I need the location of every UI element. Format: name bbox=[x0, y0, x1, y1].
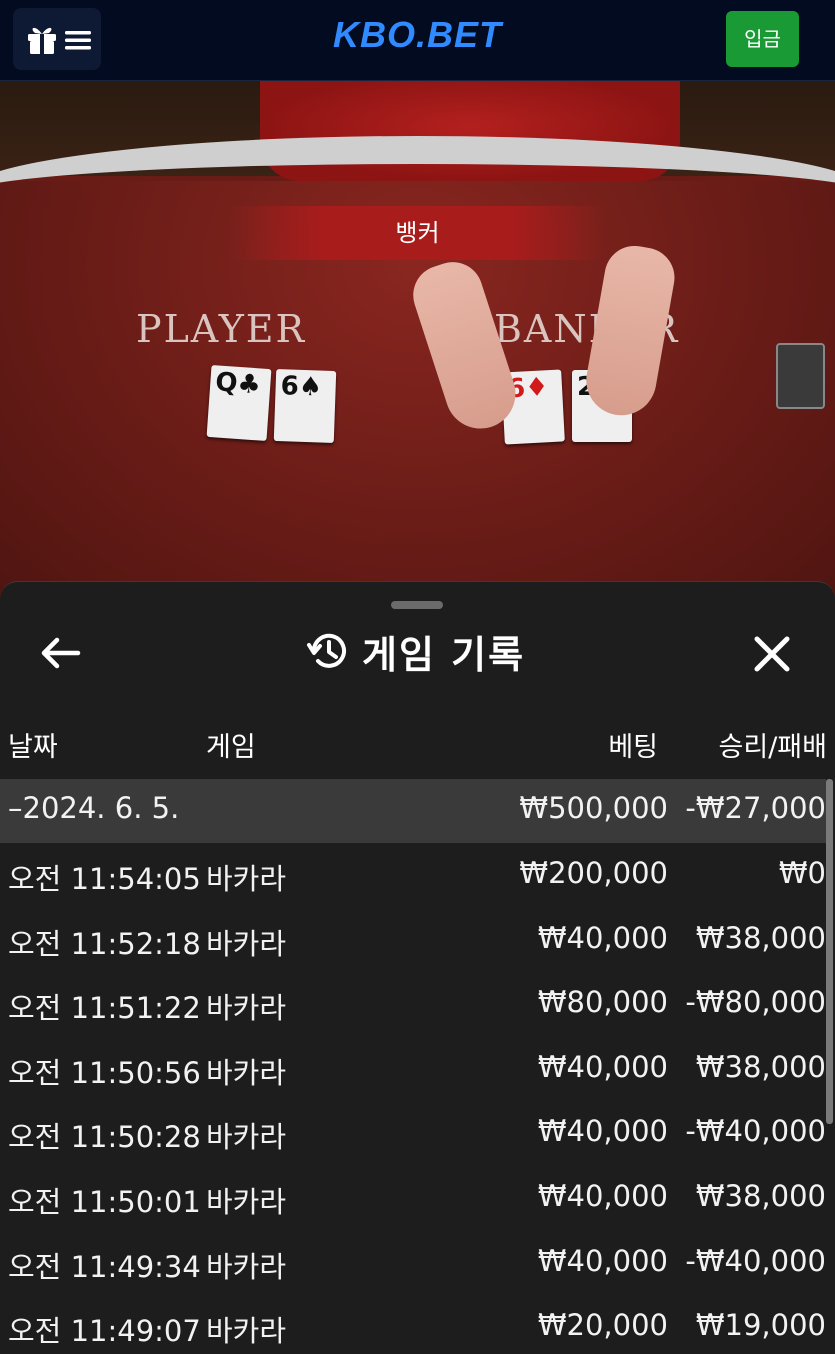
row-bet: ₩40,000 bbox=[537, 920, 668, 955]
column-header-date: 날짜 bbox=[8, 732, 58, 763]
row-game: 바카라 bbox=[206, 1185, 287, 1219]
player-label: PLAYER bbox=[136, 307, 307, 351]
row-game: 바카라 bbox=[206, 1249, 287, 1284]
summary-bet: ₩500,000 bbox=[519, 791, 668, 825]
row-game: 바카라 bbox=[206, 1314, 287, 1349]
row-bet: ₩200,000 bbox=[519, 856, 668, 890]
game-history-sheet: 게임 기록 날짜 게임 베팅 승리/패배 –2024. 6. 5. ₩500,0… bbox=[0, 581, 835, 1354]
column-header-result: 승리/패배 bbox=[718, 732, 827, 763]
deposit-button[interactable]: 입금 bbox=[726, 11, 799, 67]
player-card-2: 6♠ bbox=[273, 368, 337, 444]
row-game: 바카라 bbox=[206, 1120, 287, 1155]
row-bet: ₩40,000 bbox=[537, 1114, 668, 1149]
history-row[interactable]: 오전 11:49:34 바카라 ₩40,000 -₩40,000 bbox=[0, 1232, 826, 1296]
scrollbar[interactable] bbox=[826, 779, 833, 1124]
row-time: 오전 11:51:22 bbox=[8, 991, 201, 1026]
site-logo[interactable]: KBO.BET bbox=[0, 14, 835, 56]
row-time: 오전 11:50:01 bbox=[8, 1185, 201, 1219]
player-card-2-rank: 6♠ bbox=[280, 371, 323, 403]
live-game-video: 뱅커 PLAYER BANKER Q♣ 6♠ 6♦ 2♠ bbox=[0, 81, 835, 601]
close-icon[interactable] bbox=[752, 634, 792, 674]
row-time: 오전 11:54:05 bbox=[8, 862, 201, 896]
card-shoe bbox=[776, 343, 825, 409]
date-summary-row[interactable]: –2024. 6. 5. ₩500,000 -₩27,000 bbox=[0, 779, 826, 843]
sheet-title: 게임 기록 bbox=[306, 626, 526, 677]
row-time: 오전 11:49:07 bbox=[8, 1314, 201, 1349]
history-row[interactable]: 오전 11:51:22 바카라 ₩80,000 -₩80,000 bbox=[0, 973, 826, 1037]
row-bet: ₩80,000 bbox=[537, 985, 668, 1020]
summary-date: –2024. 6. 5. bbox=[8, 791, 180, 825]
row-result: ₩38,000 bbox=[695, 1049, 826, 1084]
row-time: 오전 11:50:56 bbox=[8, 1055, 201, 1090]
row-time: 오전 11:52:18 bbox=[8, 926, 201, 961]
sheet-title-text: 게임 기록 bbox=[362, 632, 526, 677]
row-result: -₩40,000 bbox=[685, 1114, 826, 1149]
row-bet: ₩20,000 bbox=[537, 1308, 668, 1343]
column-header-bet: 베팅 bbox=[608, 732, 658, 763]
row-game: 바카라 bbox=[206, 1055, 287, 1090]
column-header-game: 게임 bbox=[206, 732, 256, 763]
history-row[interactable]: 오전 11:54:05 바카라 ₩200,000 ₩0 bbox=[0, 844, 826, 908]
back-arrow-icon[interactable] bbox=[40, 636, 82, 670]
row-game: 바카라 bbox=[206, 926, 287, 961]
summary-result: -₩27,000 bbox=[685, 791, 826, 825]
top-bar: KBO.BET 입금 bbox=[0, 0, 835, 81]
row-time: 오전 11:49:34 bbox=[8, 1249, 201, 1284]
row-result: ₩38,000 bbox=[695, 1179, 826, 1213]
row-game: 바카라 bbox=[206, 991, 287, 1026]
row-bet: ₩40,000 bbox=[537, 1049, 668, 1084]
row-result: -₩40,000 bbox=[685, 1243, 826, 1278]
history-row[interactable]: 오전 11:50:01 바카라 ₩40,000 ₩38,000 bbox=[0, 1167, 826, 1231]
drag-handle[interactable] bbox=[391, 601, 443, 609]
result-banner: 뱅커 bbox=[230, 206, 605, 260]
row-result: ₩19,000 bbox=[695, 1308, 826, 1343]
history-row[interactable]: 오전 11:52:18 바카라 ₩40,000 ₩38,000 bbox=[0, 909, 826, 973]
row-bet: ₩40,000 bbox=[537, 1179, 668, 1213]
player-card-1-rank: Q♣ bbox=[214, 367, 262, 401]
row-result: ₩0 bbox=[778, 856, 826, 890]
row-game: 바카라 bbox=[206, 862, 287, 896]
history-row[interactable]: 오전 11:50:28 바카라 ₩40,000 -₩40,000 bbox=[0, 1102, 826, 1166]
history-row[interactable]: 오전 11:49:07 바카라 ₩20,000 ₩19,000 bbox=[0, 1296, 826, 1354]
history-icon bbox=[307, 633, 346, 668]
row-result: ₩38,000 bbox=[695, 920, 826, 955]
row-result: -₩80,000 bbox=[685, 985, 826, 1020]
row-time: 오전 11:50:28 bbox=[8, 1120, 201, 1155]
row-bet: ₩40,000 bbox=[537, 1243, 668, 1278]
player-card-1: Q♣ bbox=[206, 364, 272, 442]
history-row[interactable]: 오전 11:50:56 바카라 ₩40,000 ₩38,000 bbox=[0, 1038, 826, 1102]
